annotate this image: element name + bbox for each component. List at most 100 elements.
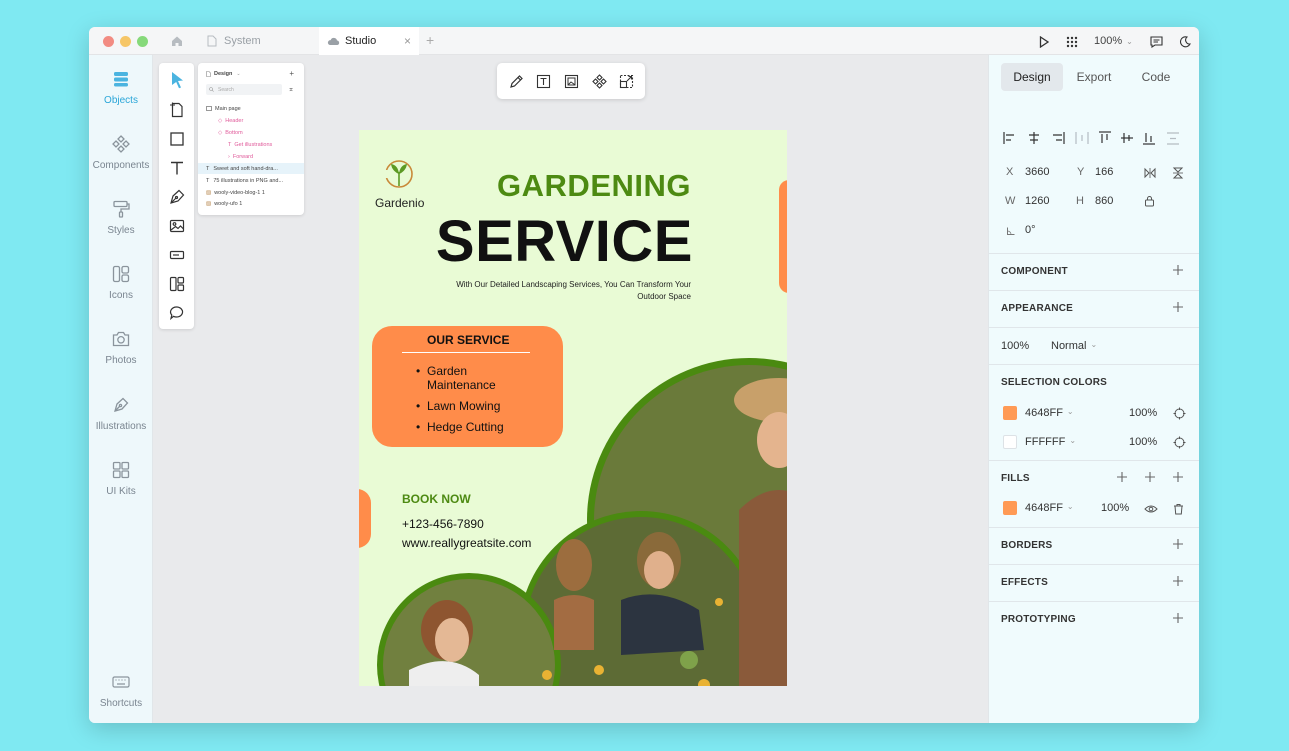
distribute-horizontal-icon[interactable] <box>1075 132 1089 144</box>
nav-illustrations[interactable]: Illustrations <box>89 395 153 432</box>
layer-row[interactable]: ▨ wooly-video-blog-1 1 <box>198 187 304 198</box>
nav-photos[interactable]: Photos <box>89 329 153 366</box>
grid-menu-icon[interactable] <box>1066 35 1078 53</box>
add-prototyping-icon[interactable] <box>1172 612 1184 624</box>
tab-studio[interactable]: Studio × <box>319 27 419 55</box>
color-opacity[interactable]: 100% <box>1129 436 1157 448</box>
flip-horizontal-icon[interactable] <box>1144 167 1156 179</box>
layers-header[interactable]: Design ⌄ <box>206 71 241 77</box>
layer-row[interactable]: › Forward <box>198 151 304 162</box>
add-page-icon[interactable]: + <box>289 69 294 78</box>
add-appearance-icon[interactable] <box>1172 301 1184 313</box>
comment-tool[interactable] <box>165 302 189 324</box>
bullet-icon: • <box>416 399 421 413</box>
align-right-icon[interactable] <box>1053 132 1065 144</box>
play-icon[interactable] <box>1039 35 1050 53</box>
search-icon <box>209 87 214 92</box>
height-input[interactable]: 860 <box>1095 195 1113 207</box>
layer-label: Sweet and soft hand-dra... <box>213 165 278 172</box>
fill-swatch[interactable] <box>1003 501 1017 515</box>
image-tool[interactable] <box>165 215 189 237</box>
color-hex-dropdown[interactable]: 4648FF ⌄ <box>1025 407 1074 419</box>
close-tab-icon[interactable]: × <box>404 35 411 47</box>
nav-objects[interactable]: Objects <box>89 69 153 106</box>
align-left-icon[interactable] <box>1003 132 1014 144</box>
target-icon[interactable] <box>1173 436 1186 449</box>
nav-ui-kits[interactable]: UI Kits <box>89 460 153 497</box>
zoom-dropdown[interactable]: 100% ⌄ <box>1094 27 1133 55</box>
add-fill-icon[interactable] <box>1116 471 1128 483</box>
dark-mode-icon[interactable] <box>1179 35 1191 53</box>
crop-button[interactable] <box>617 72 635 90</box>
text-tool[interactable] <box>165 157 189 179</box>
lock-icon[interactable] <box>1144 195 1155 207</box>
blend-mode-dropdown[interactable]: Normal ⌄ <box>1051 340 1097 352</box>
add-border-icon[interactable] <box>1172 538 1184 550</box>
tab-design[interactable]: Design <box>1001 63 1063 91</box>
component-button[interactable] <box>590 72 608 90</box>
home-icon[interactable] <box>170 34 184 48</box>
eye-icon[interactable] <box>1144 504 1158 514</box>
nav-shortcuts-label: Shortcuts <box>99 698 143 709</box>
tab-system[interactable]: System <box>199 27 314 55</box>
color-hex-dropdown[interactable]: FFFFFF ⌄ <box>1025 436 1076 448</box>
maximize-window-button[interactable] <box>137 36 148 47</box>
add-fill-icon[interactable] <box>1172 471 1184 483</box>
distribute-vertical-icon[interactable] <box>1167 132 1179 145</box>
layer-row[interactable]: ◇ Bottom <box>198 127 304 138</box>
nav-icons[interactable]: Icons <box>89 264 153 301</box>
add-fill-icon[interactable] <box>1144 471 1156 483</box>
target-icon[interactable] <box>1173 407 1186 420</box>
add-component-icon[interactable] <box>1172 264 1184 276</box>
add-effect-icon[interactable] <box>1172 575 1184 587</box>
fill-opacity[interactable]: 100% <box>1101 502 1129 514</box>
collapse-icon[interactable]: ⌅ <box>288 85 294 93</box>
artboard-flyer[interactable]: Gardenio GARDENING SERVICE With Our Deta… <box>359 130 787 686</box>
nav-shortcuts[interactable]: Shortcuts <box>89 672 153 709</box>
color-opacity[interactable]: 100% <box>1129 407 1157 419</box>
layer-row[interactable]: T 75 illustrations in PNG and... <box>198 175 304 186</box>
layout-tool[interactable] <box>165 273 189 295</box>
rectangle-tool[interactable] <box>165 128 189 150</box>
w-label: W <box>1005 195 1016 207</box>
align-top-icon[interactable] <box>1099 131 1111 143</box>
color-swatch[interactable] <box>1003 406 1017 420</box>
layer-row[interactable]: ▨ wooly-ufo 1 <box>198 198 304 209</box>
fill-hex-dropdown[interactable]: 4648FF ⌄ <box>1025 502 1074 514</box>
edit-button[interactable] <box>507 72 525 90</box>
align-center-vertical-icon[interactable] <box>1121 133 1133 143</box>
nav-styles[interactable]: Styles <box>89 199 153 236</box>
color-swatch[interactable] <box>1003 435 1017 449</box>
layer-row[interactable]: T Get illustrations <box>198 139 304 150</box>
image-frame-button[interactable] <box>562 72 580 90</box>
align-bottom-icon[interactable] <box>1143 133 1155 145</box>
comment-icon[interactable] <box>1150 35 1163 53</box>
layer-row[interactable]: Main page <box>198 103 304 114</box>
nav-components[interactable]: Components <box>89 134 153 171</box>
x-input[interactable]: 3660 <box>1025 166 1049 178</box>
layer-row[interactable]: ◇ Header <box>198 115 304 126</box>
layer-row[interactable]: T Sweet and soft hand-dra... <box>198 163 304 174</box>
title-bar: System Studio × + 100% ⌄ <box>89 27 1199 55</box>
text-frame-button[interactable] <box>534 72 552 90</box>
tab-code[interactable]: Code <box>1125 63 1187 91</box>
close-window-button[interactable] <box>103 36 114 47</box>
input-tool[interactable] <box>165 244 189 266</box>
align-center-horizontal-icon[interactable] <box>1029 132 1039 144</box>
pen-tool[interactable] <box>165 186 189 208</box>
width-input[interactable]: 1260 <box>1025 195 1049 207</box>
new-tab-icon[interactable]: + <box>426 33 434 47</box>
minimize-window-button[interactable] <box>120 36 131 47</box>
page-tool[interactable] <box>165 99 189 121</box>
tab-export[interactable]: Export <box>1063 63 1125 91</box>
trash-icon[interactable] <box>1173 503 1184 515</box>
rotation-input[interactable]: 0° <box>1025 224 1036 236</box>
flip-vertical-icon[interactable] <box>1172 167 1184 179</box>
select-tool[interactable] <box>165 69 189 91</box>
y-input[interactable]: 166 <box>1095 166 1113 178</box>
service-item: • Hedge Cutting <box>416 420 504 434</box>
layers-search[interactable]: Search <box>206 84 282 95</box>
layer-label: 75 illustrations in PNG and... <box>213 177 284 184</box>
opacity-input[interactable]: 100% <box>1001 340 1029 352</box>
layer-label: Get illustrations <box>234 141 273 148</box>
